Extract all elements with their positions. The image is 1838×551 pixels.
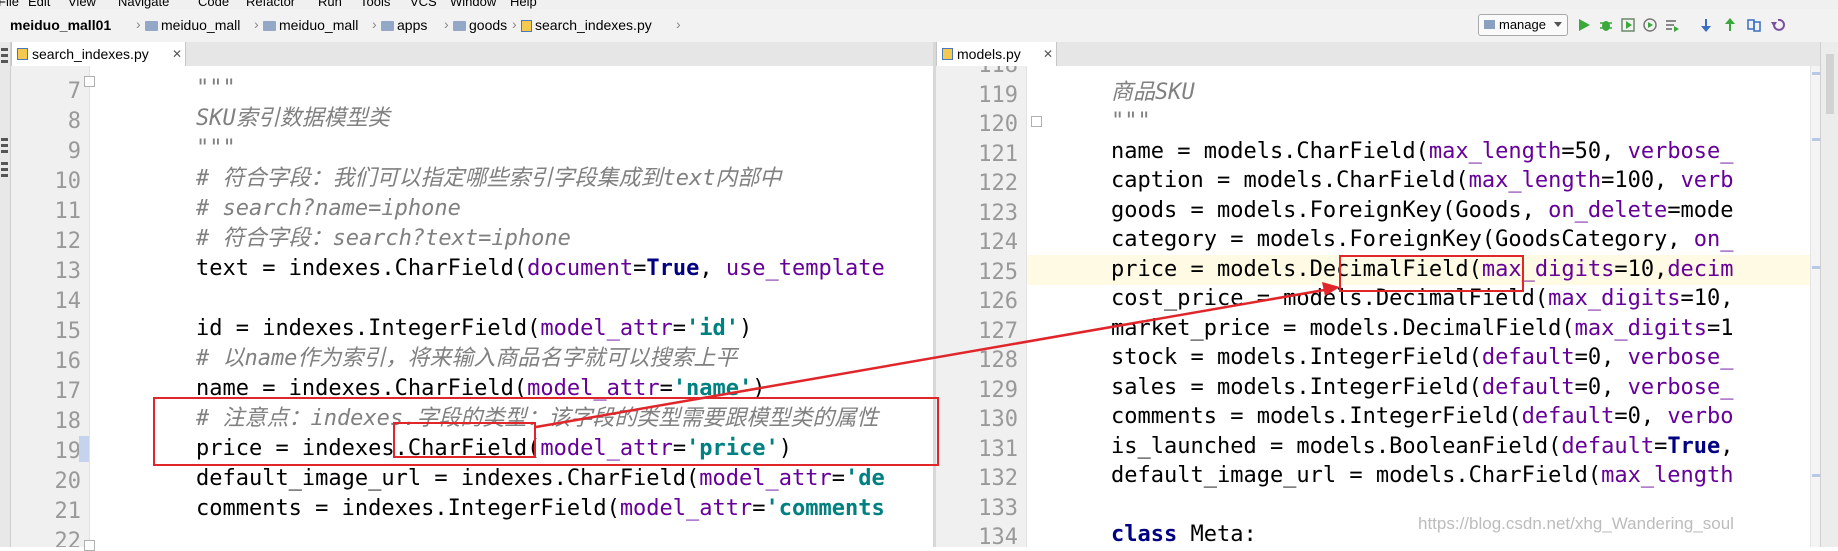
annotation-arrow: [535, 282, 1340, 429]
watermark: https://blog.csdn.net/xhg_Wandering_soul: [1418, 514, 1734, 533]
